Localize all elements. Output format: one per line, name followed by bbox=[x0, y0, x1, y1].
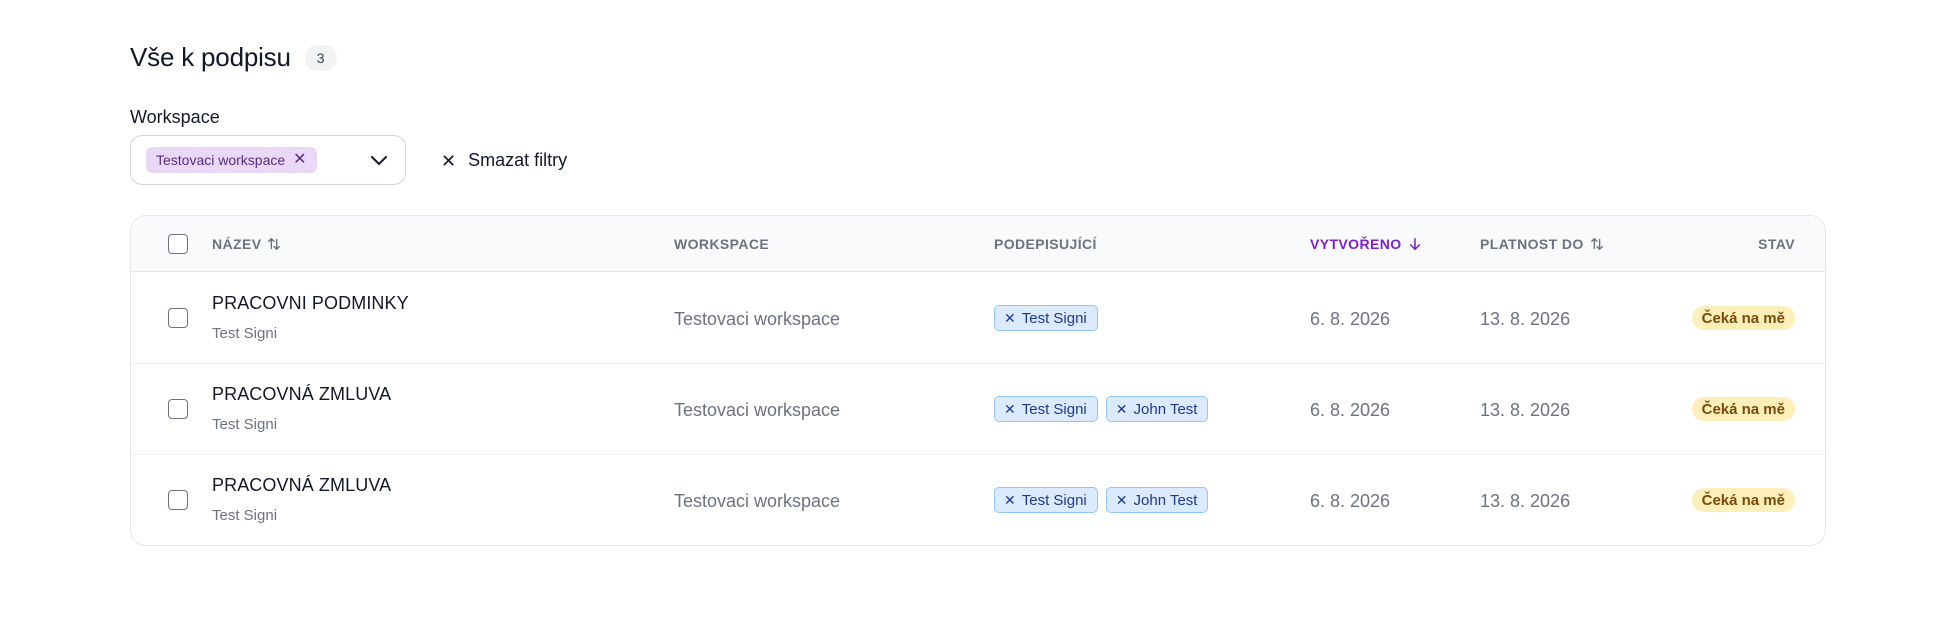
workspace-chip: Testovaci workspace ✕ bbox=[146, 147, 317, 173]
table-row[interactable]: PRACOVNÁ ZMLUVA Test Signi Testovaci wor… bbox=[131, 455, 1825, 545]
row-checkbox[interactable] bbox=[168, 399, 188, 419]
close-icon: ✕ bbox=[1004, 401, 1016, 417]
arrow-down-icon bbox=[1409, 237, 1420, 251]
status-badge: Čeká na mě bbox=[1691, 488, 1795, 512]
signer-chip: ✕ Test Signi bbox=[994, 487, 1098, 513]
document-author: Test Signi bbox=[212, 507, 278, 524]
row-valid-until-date: 13. 8. 2026 bbox=[1480, 491, 1571, 511]
title-row: Vše k podpisu 3 bbox=[130, 42, 337, 73]
row-created-date: 6. 8. 2026 bbox=[1310, 309, 1391, 329]
workspace-chip-label: Testovaci workspace bbox=[156, 152, 286, 168]
signer-chip-label: Test Signi bbox=[1021, 309, 1087, 327]
signer-chip-label: Test Signi bbox=[1021, 400, 1087, 418]
close-icon: ✕ bbox=[1115, 492, 1128, 508]
row-signers: ✕ Test Signi ✕ John Test bbox=[994, 396, 1209, 422]
page: Vše k podpisu 3 Workspace Testovaci work… bbox=[0, 0, 1952, 627]
document-name[interactable]: PRACOVNI PODMINKY bbox=[212, 293, 409, 314]
workspace-filter-label: Workspace bbox=[130, 107, 220, 127]
row-valid-until-date: 13. 8. 2026 bbox=[1480, 400, 1571, 420]
column-header-signers-label: PODEPISUJÍCÍ bbox=[994, 236, 1097, 252]
row-signers: ✕ Test Signi ✕ John Test bbox=[994, 487, 1209, 513]
row-created-date: 6. 8. 2026 bbox=[1310, 491, 1391, 511]
document-name[interactable]: PRACOVNÁ ZMLUVA bbox=[212, 475, 391, 496]
close-icon: ✕ bbox=[1004, 492, 1016, 508]
chip-remove-icon[interactable]: ✕ bbox=[293, 152, 306, 168]
column-header-signers: PODEPISUJÍCÍ bbox=[994, 216, 1097, 272]
signer-chip: ✕ Test Signi bbox=[994, 305, 1098, 331]
status-badge: Čeká na mě bbox=[1691, 397, 1795, 421]
count-badge: 3 bbox=[304, 44, 337, 71]
row-checkbox[interactable] bbox=[168, 490, 188, 510]
row-created-date: 6. 8. 2026 bbox=[1310, 400, 1391, 420]
column-header-created-label: VYTVOŘENO bbox=[1310, 236, 1402, 252]
workspace-select[interactable]: Testovaci workspace ✕ bbox=[130, 135, 406, 185]
column-header-workspace-label: WORKSPACE bbox=[674, 236, 770, 252]
close-icon: ✕ bbox=[1115, 401, 1128, 417]
signer-chip-label: Test Signi bbox=[1021, 491, 1087, 509]
close-icon: ✕ bbox=[441, 150, 457, 171]
clear-filters-button[interactable]: ✕ Smazat filtry bbox=[441, 150, 567, 171]
status-badge: Čeká na mě bbox=[1691, 306, 1795, 330]
row-workspace: Testovaci workspace bbox=[674, 309, 841, 329]
table-row[interactable]: PRACOVNI PODMINKY Test Signi Testovaci w… bbox=[131, 273, 1825, 364]
column-header-status: STAV bbox=[1758, 216, 1795, 272]
column-header-name-label: NÁZEV bbox=[212, 236, 262, 252]
signer-chip: ✕ Test Signi bbox=[994, 396, 1098, 422]
chevron-down-icon[interactable] bbox=[367, 148, 391, 172]
column-header-valid-until[interactable]: PLATNOST DO bbox=[1480, 216, 1604, 272]
clear-filters-label: Smazat filtry bbox=[468, 150, 568, 170]
page-title: Vše k podpisu bbox=[130, 42, 291, 72]
signer-chip-label: John Test bbox=[1133, 491, 1198, 509]
document-author: Test Signi bbox=[212, 325, 278, 342]
documents-table: NÁZEV WORKSPACE PODEPISUJÍCÍ VYTVOŘENO P… bbox=[130, 215, 1826, 546]
document-author: Test Signi bbox=[212, 416, 278, 433]
close-icon: ✕ bbox=[1004, 310, 1016, 326]
select-all-checkbox[interactable] bbox=[168, 234, 188, 254]
row-valid-until-date: 13. 8. 2026 bbox=[1480, 309, 1571, 329]
table-header: NÁZEV WORKSPACE PODEPISUJÍCÍ VYTVOŘENO P… bbox=[131, 216, 1825, 272]
column-header-valid-until-label: PLATNOST DO bbox=[1480, 236, 1584, 252]
column-header-created[interactable]: VYTVOŘENO bbox=[1310, 216, 1422, 272]
sort-arrows-icon bbox=[1590, 238, 1603, 250]
row-workspace: Testovaci workspace bbox=[674, 491, 841, 511]
table-row[interactable]: PRACOVNÁ ZMLUVA Test Signi Testovaci wor… bbox=[131, 364, 1825, 455]
row-signers: ✕ Test Signi bbox=[994, 305, 1098, 331]
column-header-workspace: WORKSPACE bbox=[674, 216, 769, 272]
column-header-status-label: STAV bbox=[1758, 236, 1795, 252]
sort-arrows-icon bbox=[268, 238, 281, 250]
signer-chip: ✕ John Test bbox=[1105, 487, 1209, 513]
signer-chip-label: John Test bbox=[1133, 400, 1198, 418]
document-name[interactable]: PRACOVNÁ ZMLUVA bbox=[212, 384, 391, 405]
row-checkbox[interactable] bbox=[168, 308, 188, 328]
row-workspace: Testovaci workspace bbox=[674, 400, 841, 420]
signer-chip: ✕ John Test bbox=[1105, 396, 1209, 422]
column-header-name[interactable]: NÁZEV bbox=[212, 216, 281, 272]
